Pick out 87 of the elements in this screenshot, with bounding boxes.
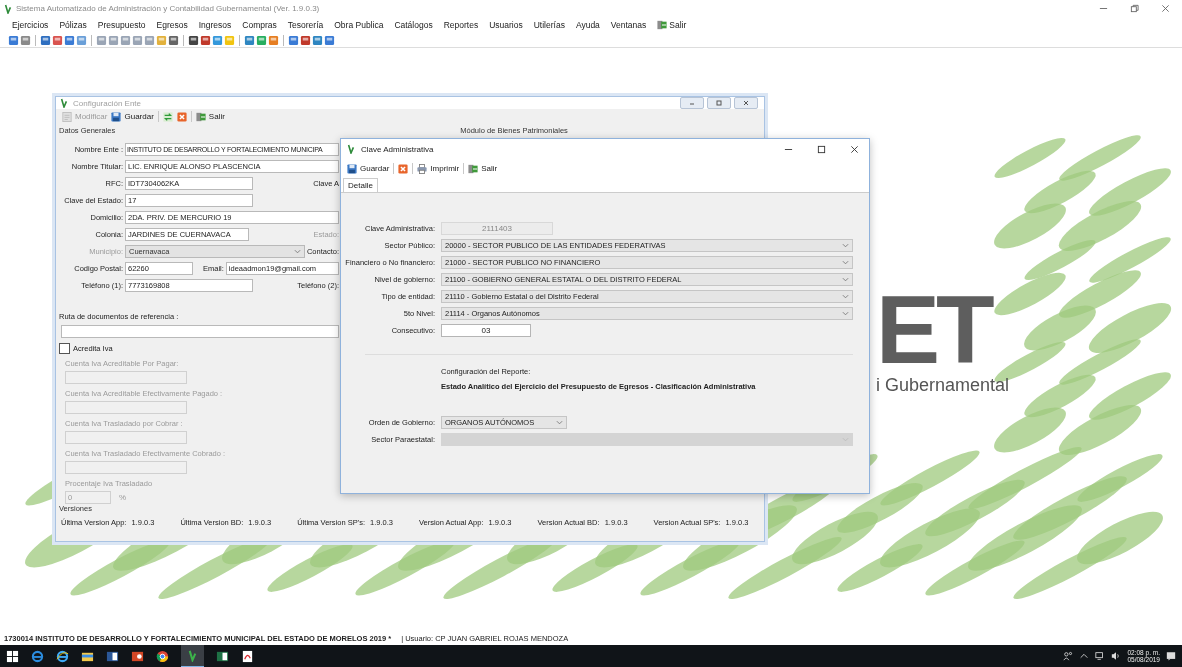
network-icon[interactable] <box>1095 651 1106 661</box>
chevron-down-icon <box>842 243 849 248</box>
close-icon[interactable] <box>850 144 859 154</box>
app-logo-icon <box>4 3 12 14</box>
menu-item[interactable]: Pólizas <box>59 20 87 30</box>
window-title: Clave Administrativa <box>361 144 434 154</box>
close-icon <box>741 100 751 106</box>
printer-icon <box>417 163 428 174</box>
app-taskbar-button[interactable] <box>181 644 204 667</box>
window-title: Configuración Ente <box>73 98 142 108</box>
toolbar-button[interactable]: Salir <box>468 163 498 174</box>
spreadsheet-icon[interactable] <box>216 649 229 663</box>
toolbar-icon-button[interactable] <box>162 111 173 122</box>
toolbar-icon[interactable] <box>8 34 19 46</box>
menu-item[interactable]: Compras <box>242 20 277 30</box>
toolbar-icon[interactable] <box>324 34 335 46</box>
exit-icon <box>657 20 668 30</box>
menu-item[interactable]: Utilerías <box>533 20 565 30</box>
text-field[interactable] <box>61 325 339 338</box>
menu-item[interactable]: Catálogos <box>394 20 433 30</box>
toolbar-button[interactable]: Imprimir <box>417 163 460 174</box>
chevron-down-icon <box>293 248 301 254</box>
chevron-up-icon[interactable] <box>1079 651 1090 661</box>
app-logo-icon <box>60 98 68 108</box>
logo-tagline: i Gubernamental <box>876 375 1010 397</box>
close-icon <box>398 163 409 174</box>
toolbar-button[interactable]: Guardar <box>111 111 154 122</box>
chevron-down-icon <box>842 294 849 299</box>
toolbar-icon[interactable] <box>40 34 51 46</box>
menu-item[interactable]: Egresos <box>156 20 188 30</box>
chevron-down-icon <box>842 260 849 265</box>
maximize-icon[interactable] <box>817 144 826 154</box>
tab[interactable]: Detalle <box>343 178 378 192</box>
notification-icon[interactable] <box>1166 651 1176 661</box>
pdf-icon[interactable] <box>241 649 254 663</box>
text-field[interactable] <box>65 431 187 444</box>
browser-icon[interactable] <box>156 649 169 663</box>
chevron-down-icon <box>842 311 849 316</box>
exit-icon <box>468 163 479 174</box>
logo-text: ET <box>876 284 992 376</box>
presentation-icon[interactable] <box>131 649 144 663</box>
toolbar-icon-button[interactable] <box>398 163 409 174</box>
toolbar-icon[interactable] <box>200 34 211 46</box>
speaker-icon[interactable] <box>1111 651 1122 661</box>
text-field[interactable] <box>65 401 187 414</box>
menu-item[interactable]: Tesorería <box>287 20 324 30</box>
word-processor-icon[interactable] <box>106 649 119 663</box>
toolbar-icon-button[interactable] <box>176 111 187 122</box>
app-logo-icon <box>347 144 355 154</box>
arrows-icon <box>162 111 173 122</box>
menu-item[interactable]: Ayuda <box>575 20 600 30</box>
close-icon[interactable] <box>1161 4 1170 13</box>
text-field[interactable] <box>65 371 187 384</box>
toolbar-icon[interactable] <box>168 34 179 46</box>
minimize-icon <box>687 100 697 106</box>
menu-item[interactable]: Salir <box>657 20 687 30</box>
toolbar-button[interactable]: Guardar <box>347 163 390 174</box>
close-button[interactable] <box>734 97 758 109</box>
chevron-down-icon <box>842 277 849 282</box>
menu-item[interactable]: Ejercicios <box>12 20 49 30</box>
menu-item[interactable]: Reportes <box>443 20 479 30</box>
exit-icon <box>195 111 206 122</box>
people-icon[interactable] <box>1063 651 1074 661</box>
menu-item[interactable]: Usuarios <box>489 20 523 30</box>
toolbar-icon[interactable] <box>300 34 311 46</box>
minimize-button[interactable] <box>680 97 704 109</box>
menu-item[interactable]: Ingresos <box>198 20 232 30</box>
menu-item[interactable]: Ventanas <box>610 20 647 30</box>
toolbar-button[interactable]: Salir <box>195 111 225 122</box>
checkbox[interactable] <box>59 343 70 354</box>
maximize-icon <box>714 100 724 106</box>
restore-icon[interactable] <box>1130 4 1139 13</box>
text-field[interactable] <box>65 461 187 474</box>
chevron-down-icon <box>556 420 563 425</box>
text-field[interactable]: 03 <box>441 324 531 337</box>
toolbar-icon[interactable] <box>288 34 299 46</box>
windows-start-icon[interactable] <box>6 649 19 663</box>
menu-item[interactable]: Obra Publica <box>334 20 384 30</box>
document-icon <box>62 111 72 122</box>
browser-icon[interactable] <box>56 649 69 663</box>
toolbar-icon[interactable] <box>64 34 75 46</box>
close-icon <box>176 111 187 122</box>
menu-item[interactable]: Presupuesto <box>97 20 146 30</box>
unit-label: % <box>119 493 127 502</box>
toolbar-icon[interactable] <box>188 34 199 46</box>
window-title: Sistema Automatizado de Administración y Contabilidad Gubernamental (Ver. 1.9.0.3) <box>16 4 320 13</box>
app-logo-icon <box>186 648 199 662</box>
